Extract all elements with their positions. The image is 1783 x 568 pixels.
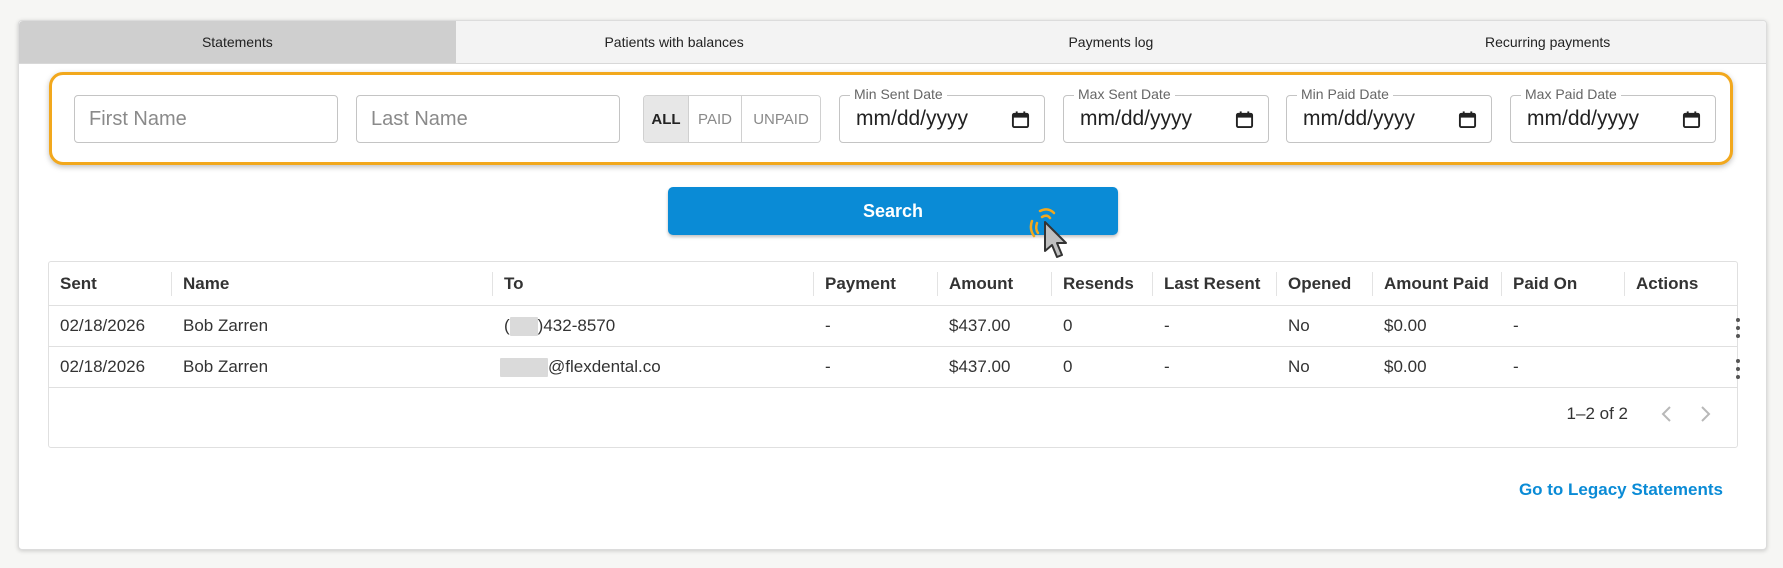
cell-opened: No [1288, 357, 1310, 376]
column-header-amount: Amount [949, 273, 1014, 293]
chevron-right-icon[interactable] [1686, 405, 1726, 423]
max-sent-date-label: Max Sent Date [1074, 86, 1175, 102]
cell-sent: 02/18/2026 [60, 316, 146, 335]
filter-bar: ALL PAID UNPAID Min Sent Date mm/dd/yyyy… [49, 72, 1733, 165]
statements-panel: Statements Patients with balances Paymen… [18, 20, 1767, 550]
calendar-icon[interactable] [1682, 110, 1701, 129]
cell-last-resent: - [1164, 357, 1170, 376]
max-paid-date-label: Max Paid Date [1521, 86, 1621, 102]
column-header-sent: Sent [60, 273, 97, 293]
calendar-icon[interactable] [1011, 110, 1030, 129]
cell-name: Bob Zarren [183, 357, 269, 376]
min-paid-date-value: mm/dd/yyyy [1303, 107, 1416, 130]
chevron-left-icon[interactable] [1646, 405, 1686, 423]
statements-table: Sent Name To Payment Amount Resends Last… [48, 261, 1740, 448]
min-sent-date-label: Min Sent Date [850, 86, 947, 102]
more-vertical-icon[interactable] [1736, 318, 1740, 340]
cell-resends: 0 [1063, 316, 1073, 335]
cell-name: Bob Zarren [183, 316, 269, 335]
cell-last-resent: - [1164, 316, 1170, 335]
max-sent-date-field[interactable]: Max Sent Date mm/dd/yyyy [1063, 86, 1269, 143]
min-sent-date-field[interactable]: Min Sent Date mm/dd/yyyy [839, 86, 1045, 143]
calendar-icon[interactable] [1235, 110, 1254, 129]
first-name-input[interactable] [74, 95, 338, 143]
to-prefix: ( [504, 316, 510, 335]
pagination: 1–2 of 2 [1567, 404, 1726, 424]
table-header-row: Sent Name To Payment Amount Resends Last… [49, 262, 1737, 306]
tab-recurring-payments[interactable]: Recurring payments [1329, 21, 1766, 63]
max-sent-date-value: mm/dd/yyyy [1080, 107, 1193, 130]
cell-resends: 0 [1063, 357, 1073, 376]
cell-paid-on: - [1513, 316, 1519, 335]
status-unpaid-button[interactable]: UNPAID [742, 96, 820, 142]
cell-sent: 02/18/2026 [60, 357, 146, 376]
cell-to: @flexdental.co [489, 347, 661, 387]
column-header-actions: Actions [1636, 273, 1699, 293]
more-vertical-icon[interactable] [1736, 359, 1740, 381]
cell-payment: - [825, 357, 831, 376]
cell-paid-on: - [1513, 357, 1519, 376]
max-paid-date-value: mm/dd/yyyy [1527, 107, 1640, 130]
table-row[interactable]: 02/18/2026 Bob Zarren @flexdental.co - $… [49, 347, 1740, 388]
cell-amount-paid: $0.00 [1384, 357, 1427, 376]
redacted-block [509, 316, 538, 336]
cell-opened: No [1288, 316, 1310, 335]
column-header-opened: Opened [1288, 273, 1352, 293]
tab-bar: Statements Patients with balances Paymen… [19, 21, 1766, 64]
column-header-resends: Resends [1063, 273, 1134, 293]
table-row[interactable]: 02/18/2026 Bob Zarren ( )432-8570 - $437.… [49, 306, 1740, 347]
status-all-button[interactable]: ALL [644, 96, 689, 142]
redacted-block [500, 357, 548, 377]
column-header-last-resent: Last Resent [1164, 273, 1261, 293]
min-paid-date-label: Min Paid Date [1297, 86, 1393, 102]
min-paid-date-field[interactable]: Min Paid Date mm/dd/yyyy [1286, 86, 1492, 143]
calendar-icon[interactable] [1458, 110, 1477, 129]
column-header-to: To [504, 273, 524, 293]
cell-amount: $437.00 [949, 316, 1011, 335]
status-paid-button[interactable]: PAID [689, 96, 742, 142]
column-header-amount-paid: Amount Paid [1384, 273, 1489, 293]
cell-payment: - [825, 316, 831, 335]
status-toggle-group: ALL PAID UNPAID [643, 95, 821, 143]
last-name-input[interactable] [356, 95, 620, 143]
column-header-payment: Payment [825, 273, 896, 293]
column-header-paid-on: Paid On [1513, 273, 1578, 293]
tab-payments-log[interactable]: Payments log [893, 21, 1330, 63]
min-sent-date-value: mm/dd/yyyy [856, 107, 969, 130]
cell-amount: $437.00 [949, 357, 1011, 376]
column-header-name: Name [183, 273, 230, 293]
legacy-statements-link[interactable]: Go to Legacy Statements [1519, 480, 1723, 500]
cell-amount-paid: $0.00 [1384, 316, 1427, 335]
tab-patients-with-balances[interactable]: Patients with balances [456, 21, 893, 63]
tab-statements[interactable]: Statements [19, 21, 456, 63]
cell-to: ( )432-8570 [493, 306, 615, 346]
max-paid-date-field[interactable]: Max Paid Date mm/dd/yyyy [1510, 86, 1716, 143]
pointer-cursor-icon [1029, 208, 1067, 258]
to-suffix: @flexdental.co [548, 357, 661, 376]
pagination-range: 1–2 of 2 [1566, 404, 1628, 423]
to-suffix: )432-8570 [537, 316, 616, 335]
